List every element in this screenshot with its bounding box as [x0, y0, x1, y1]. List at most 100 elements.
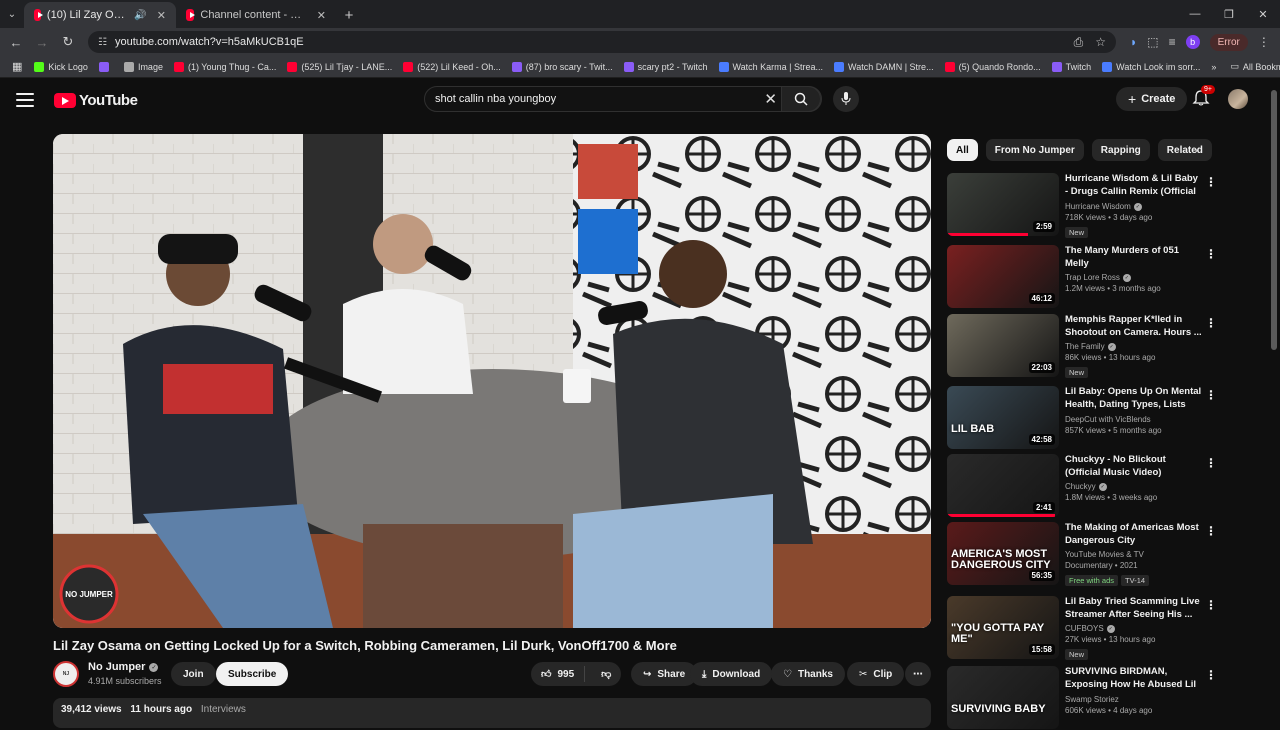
share-button[interactable]: ↪ Share — [631, 662, 698, 686]
extension-icon[interactable]: ◗ — [1130, 35, 1137, 49]
thanks-button[interactable]: ♡ Thanks — [771, 662, 845, 686]
more-options-icon[interactable]: ⋮ — [1205, 598, 1217, 612]
media-controls-icon[interactable]: ≡ — [1169, 35, 1176, 49]
video-thumbnail[interactable]: "YOU GOTTA PAY ME" 15:58 — [947, 596, 1059, 659]
bookmark-star-icon[interactable]: ☆ — [1095, 35, 1106, 50]
more-actions-button[interactable]: ⋯ — [905, 662, 931, 686]
recommendation-title[interactable]: The Making of Americas Most Dangerous Ci… — [1065, 522, 1203, 547]
recommendation-item[interactable]: 2:59 Hurricane Wisdom & Lil Baby - Drugs … — [947, 173, 1247, 238]
channel-avatar[interactable]: NJ — [53, 661, 79, 687]
address-bar[interactable]: ☷ youtube.com/watch?v=h5aMkUCB1qE ⎙ ☆ — [88, 31, 1116, 53]
install-app-icon[interactable]: ⎙ — [1074, 35, 1084, 50]
notifications-button[interactable]: 9+ — [1192, 85, 1215, 109]
bookmark-item[interactable]: Watch Karma | Strea... — [718, 61, 823, 72]
bookmark-item[interactable]: scary pt2 - Twitch — [623, 61, 708, 72]
more-options-icon[interactable]: ⋮ — [1205, 388, 1217, 402]
more-options-icon[interactable]: ⋮ — [1205, 524, 1217, 538]
more-options-icon[interactable]: ⋮ — [1205, 175, 1217, 189]
minimize-icon[interactable]: — — [1178, 0, 1212, 28]
recommendation-title[interactable]: Hurricane Wisdom & Lil Baby - Drugs Call… — [1065, 173, 1203, 199]
site-info-icon[interactable]: ☷ — [98, 37, 107, 48]
recommendation-item[interactable]: "YOU GOTTA PAY ME" 15:58 Lil Baby Tried Sc… — [947, 596, 1247, 660]
apps-grid-icon[interactable]: ▦ — [12, 60, 22, 73]
video-thumbnail[interactable]: LIL BAB 42:58 — [947, 386, 1059, 449]
all-bookmarks-folder[interactable]: ▭ All Bookmarks — [1230, 61, 1280, 72]
dislike-button[interactable]: 👎︎ — [591, 668, 621, 680]
bookmark-item[interactable]: Twitch — [1051, 61, 1091, 72]
recommendation-title[interactable]: SURVIVING BIRDMAN, Exposing How He Abuse… — [1065, 666, 1203, 692]
bookmark-item[interactable]: Watch DAMN | Stre... — [834, 61, 934, 72]
chip-from-no-jumper[interactable]: From No Jumper — [985, 139, 1084, 161]
recommendation-channel[interactable]: Chuckyy ✓ — [1065, 482, 1203, 491]
guide-menu-icon[interactable] — [16, 93, 34, 107]
video-thumbnail[interactable]: 2:59 — [947, 173, 1059, 236]
tab-close-icon[interactable]: ✕ — [317, 9, 326, 22]
chrome-menu-icon[interactable]: ⋮ — [1258, 35, 1270, 49]
recommendation-channel[interactable]: YouTube Movies & TV — [1065, 550, 1203, 559]
more-options-icon[interactable]: ⋮ — [1205, 247, 1217, 261]
chip-related[interactable]: Related — [1157, 139, 1212, 161]
more-options-icon[interactable]: ⋮ — [1205, 668, 1217, 682]
chip-all[interactable]: All — [947, 139, 978, 161]
video-player[interactable]: NO JUMPER — [53, 134, 931, 628]
browser-tab[interactable]: Channel content - YouTube Stu ✕ — [176, 2, 336, 28]
recommendation-item[interactable]: SURVIVING BABY SURVIVING BIRDMAN, Exposin… — [947, 666, 1247, 730]
recommendation-title[interactable]: Lil Baby Tried Scamming Live Streamer Af… — [1065, 596, 1203, 621]
recommendation-item[interactable]: AMERICA'S MOST DANGEROUS CITY 56:35 The Ma… — [947, 522, 1247, 586]
recommendation-channel[interactable]: Swamp Storiez — [1065, 695, 1203, 704]
recommendation-item[interactable]: 2:41 Chuckyy - No Blickout (Official Musi… — [947, 454, 1247, 518]
join-button[interactable]: Join — [171, 662, 216, 686]
extensions-puzzle-icon[interactable]: ⬚ — [1147, 35, 1158, 49]
browser-tab-active[interactable]: (10) Lil Zay Osama on Gettin 🔊 ✕ — [24, 2, 176, 28]
recommendation-channel[interactable]: DeepCut with VicBlends — [1065, 415, 1203, 424]
forward-icon[interactable]: → — [30, 30, 54, 54]
recommendation-item[interactable]: LIL BAB 42:58 Lil Baby: Opens Up On Mental… — [947, 386, 1247, 450]
bookmark-item[interactable]: (1) Young Thug - Ca... — [173, 61, 276, 72]
bookmark-item[interactable]: (5) Quando Rondo... — [944, 61, 1041, 72]
download-button[interactable]: ⤓ Download — [690, 662, 773, 686]
recommendation-title[interactable]: The Many Murders of 051 Melly — [1065, 245, 1203, 270]
video-thumbnail[interactable]: 46:12 — [947, 245, 1059, 308]
subscribe-button[interactable]: Subscribe — [216, 662, 289, 686]
search-button[interactable] — [781, 86, 821, 112]
reload-icon[interactable]: ↻ — [56, 30, 80, 54]
bookmark-item[interactable]: (522) Lil Keed - Oh... — [403, 61, 501, 72]
page-scrollbar[interactable] — [1271, 90, 1277, 350]
bookmark-item[interactable]: (87) bro scary - Twit... — [511, 61, 613, 72]
clip-button[interactable]: ✂ Clip — [847, 662, 905, 686]
bookmark-item[interactable]: (525) Lil Tjay - LANE... — [287, 61, 392, 72]
youtube-logo[interactable]: YouTube — [54, 92, 138, 109]
recommendation-channel[interactable]: Hurricane Wisdom ✓ — [1065, 202, 1203, 211]
voice-search-button[interactable] — [833, 86, 859, 112]
channel-name[interactable]: No Jumper ✓ — [88, 661, 159, 673]
audio-icon[interactable]: 🔊 — [134, 10, 146, 21]
bookmark-item[interactable] — [98, 61, 113, 72]
recommendation-item[interactable]: 22:03 Memphis Rapper K*lled in Shootout o… — [947, 314, 1247, 378]
recommendation-channel[interactable]: The Family ✓ — [1065, 342, 1203, 351]
more-options-icon[interactable]: ⋮ — [1205, 456, 1217, 470]
search-input[interactable]: shot callin nba youngboy ✕ — [424, 86, 822, 112]
video-thumbnail[interactable]: 2:41 — [947, 454, 1059, 517]
profile-avatar[interactable]: b — [1185, 35, 1200, 49]
create-button[interactable]: + Create — [1116, 87, 1188, 111]
tab-close-icon[interactable]: ✕ — [157, 9, 166, 22]
account-avatar[interactable] — [1228, 89, 1248, 109]
recommendation-title[interactable]: Chuckyy - No Blickout (Official Music Vi… — [1065, 454, 1203, 479]
restore-icon[interactable]: ❐ — [1212, 0, 1246, 28]
recommendation-channel[interactable]: CUFBOYS ✓ — [1065, 624, 1203, 633]
recommendation-item[interactable]: 46:12 The Many Murders of 051 Melly Trap L… — [947, 245, 1247, 309]
recommendation-title[interactable]: Memphis Rapper K*lled in Shootout on Cam… — [1065, 314, 1203, 339]
new-tab-button[interactable]: + — [336, 2, 362, 28]
bookmark-item[interactable]: Image — [123, 61, 163, 72]
description-box[interactable]: 39,412 views 11 hours ago Interviews — [53, 698, 931, 728]
close-window-icon[interactable]: ✕ — [1246, 0, 1280, 28]
clear-search-icon[interactable]: ✕ — [764, 90, 777, 108]
video-thumbnail[interactable]: AMERICA'S MOST DANGEROUS CITY 56:35 — [947, 522, 1059, 585]
recommendation-title[interactable]: Lil Baby: Opens Up On Mental Health, Dat… — [1065, 386, 1203, 412]
more-bookmarks-icon[interactable]: » — [1211, 62, 1216, 72]
chip-rapping[interactable]: Rapping — [1091, 139, 1150, 161]
video-thumbnail[interactable]: 22:03 — [947, 314, 1059, 377]
video-tag[interactable]: Interviews — [201, 704, 246, 715]
recommendation-channel[interactable]: Trap Lore Ross ✓ — [1065, 273, 1203, 282]
bookmark-item[interactable]: Kick Logo — [34, 61, 88, 72]
